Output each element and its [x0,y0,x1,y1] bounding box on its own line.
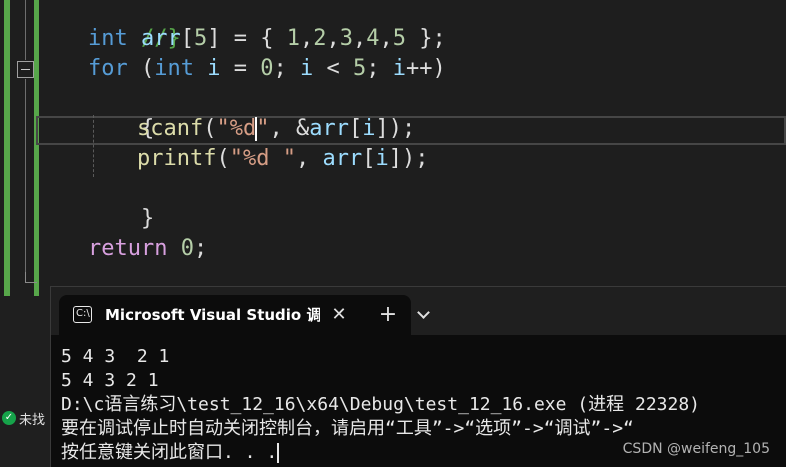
number-literal: 1 [286,26,300,51]
punctuation: ; [273,56,300,81]
code-line[interactable]: scanf("%d", &arr[i]); [137,114,415,144]
number-literal: 2 [313,26,327,51]
code-line[interactable]: } [88,174,154,231]
status-indicator[interactable]: ✓ 未找 [0,405,45,431]
console-line: 5 4 3 2 1 [61,346,170,367]
punctuation: , [299,26,314,51]
code-line[interactable]: int arr[5] = { 1,2,3,4,5 }; [88,24,446,54]
punctuation: ( [141,56,155,81]
number-literal: 4 [366,26,380,51]
function-name: printf [137,146,217,171]
punctuation: }; [405,26,446,51]
punctuation: ]); [388,146,429,171]
number-literal: 5 [353,56,367,81]
change-indicator-bar [34,0,39,296]
punctuation: = [220,56,261,81]
console-line: 5 4 3 2 1 [61,370,159,391]
code-line[interactable]: for (int i = 0; i < 5; i++) [88,54,446,84]
identifier: arr [322,146,363,171]
code-editor[interactable]: //} int arr[5] = { 1,2,3,4,5 }; for (int… [0,0,786,319]
error-list-strip [0,300,50,467]
identifier: i [300,56,314,81]
string-literal: "%d [216,116,257,141]
terminal-tab-bar: C:\ Microsoft Visual Studio 调试控 ✕ + [51,287,786,335]
identifier: i [375,146,389,171]
fold-guide-line [25,0,26,60]
punctuation: ( [216,146,230,171]
punctuation: ( [203,116,217,141]
identifier: arr [309,116,349,141]
identifier: arr [141,26,181,51]
fold-guide-line [25,272,26,282]
punctuation: [ [348,116,363,141]
punctuation: } [140,206,155,231]
chevron-down-icon[interactable] [413,304,435,326]
check-circle-icon: ✓ [2,411,16,425]
close-icon[interactable]: ✕ [327,303,351,327]
tab-title: Microsoft Visual Studio 调试控 [105,306,320,324]
keyword: int [154,56,194,81]
code-line[interactable]: { [88,84,154,141]
keyword: return [88,236,168,261]
number-literal: 0 [180,236,194,261]
code-line[interactable]: //} [88,0,181,51]
punctuation: ; [193,236,208,261]
function-name: scanf [137,116,204,141]
punctuation: , [326,26,340,51]
punctuation: ] = { [207,26,287,51]
fold-guide-line [25,79,26,272]
identifier: i [392,56,406,81]
punctuation: , & [269,116,310,141]
number-literal: 0 [260,56,274,81]
status-label: 未找 [19,412,46,428]
terminal-tab[interactable]: C:\ Microsoft Visual Studio 调试控 ✕ [59,295,411,335]
string-literal: "%d " [229,146,296,171]
keyword: int [88,26,128,51]
console-line: 要在调试停止时自动关闭控制台，请启用“工具”->“选项”->“调试”->“ [61,418,634,439]
string-literal: " [256,116,270,141]
collapse-region-icon[interactable] [17,61,34,78]
number-literal: 5 [194,26,208,51]
number-literal: 5 [392,26,406,51]
plus-icon[interactable]: + [375,302,401,328]
console-prompt-text: 按任意键关闭此窗口. . . [61,442,278,463]
punctuation: ++) [406,56,446,81]
punctuation: [ [180,26,194,51]
debug-console-window[interactable]: C:\ Microsoft Visual Studio 调试控 ✕ + 5 4 … [50,286,786,467]
keyword: for [88,56,128,81]
punctuation: ; [366,56,393,81]
identifier: i [362,116,376,141]
number-literal: 3 [339,26,353,51]
identifier: i [207,56,221,81]
punctuation: , [352,26,367,51]
code-line[interactable]: printf("%d ", arr[i]); [137,144,428,174]
punctuation: < [313,56,353,81]
watermark: CSDN @weifeng_105 [622,441,770,457]
punctuation: , [295,146,323,171]
terminal-icon: C:\ [73,306,92,323]
console-line: D:\c语言练习\test_12_16\x64\Debug\test_12_16… [61,394,701,415]
console-cursor [277,443,280,463]
punctuation: [ [362,146,376,171]
code-line[interactable]: return 0; [88,234,207,264]
punctuation: , [379,26,393,51]
change-indicator-bar [4,0,10,296]
punctuation: ]); [375,116,416,141]
